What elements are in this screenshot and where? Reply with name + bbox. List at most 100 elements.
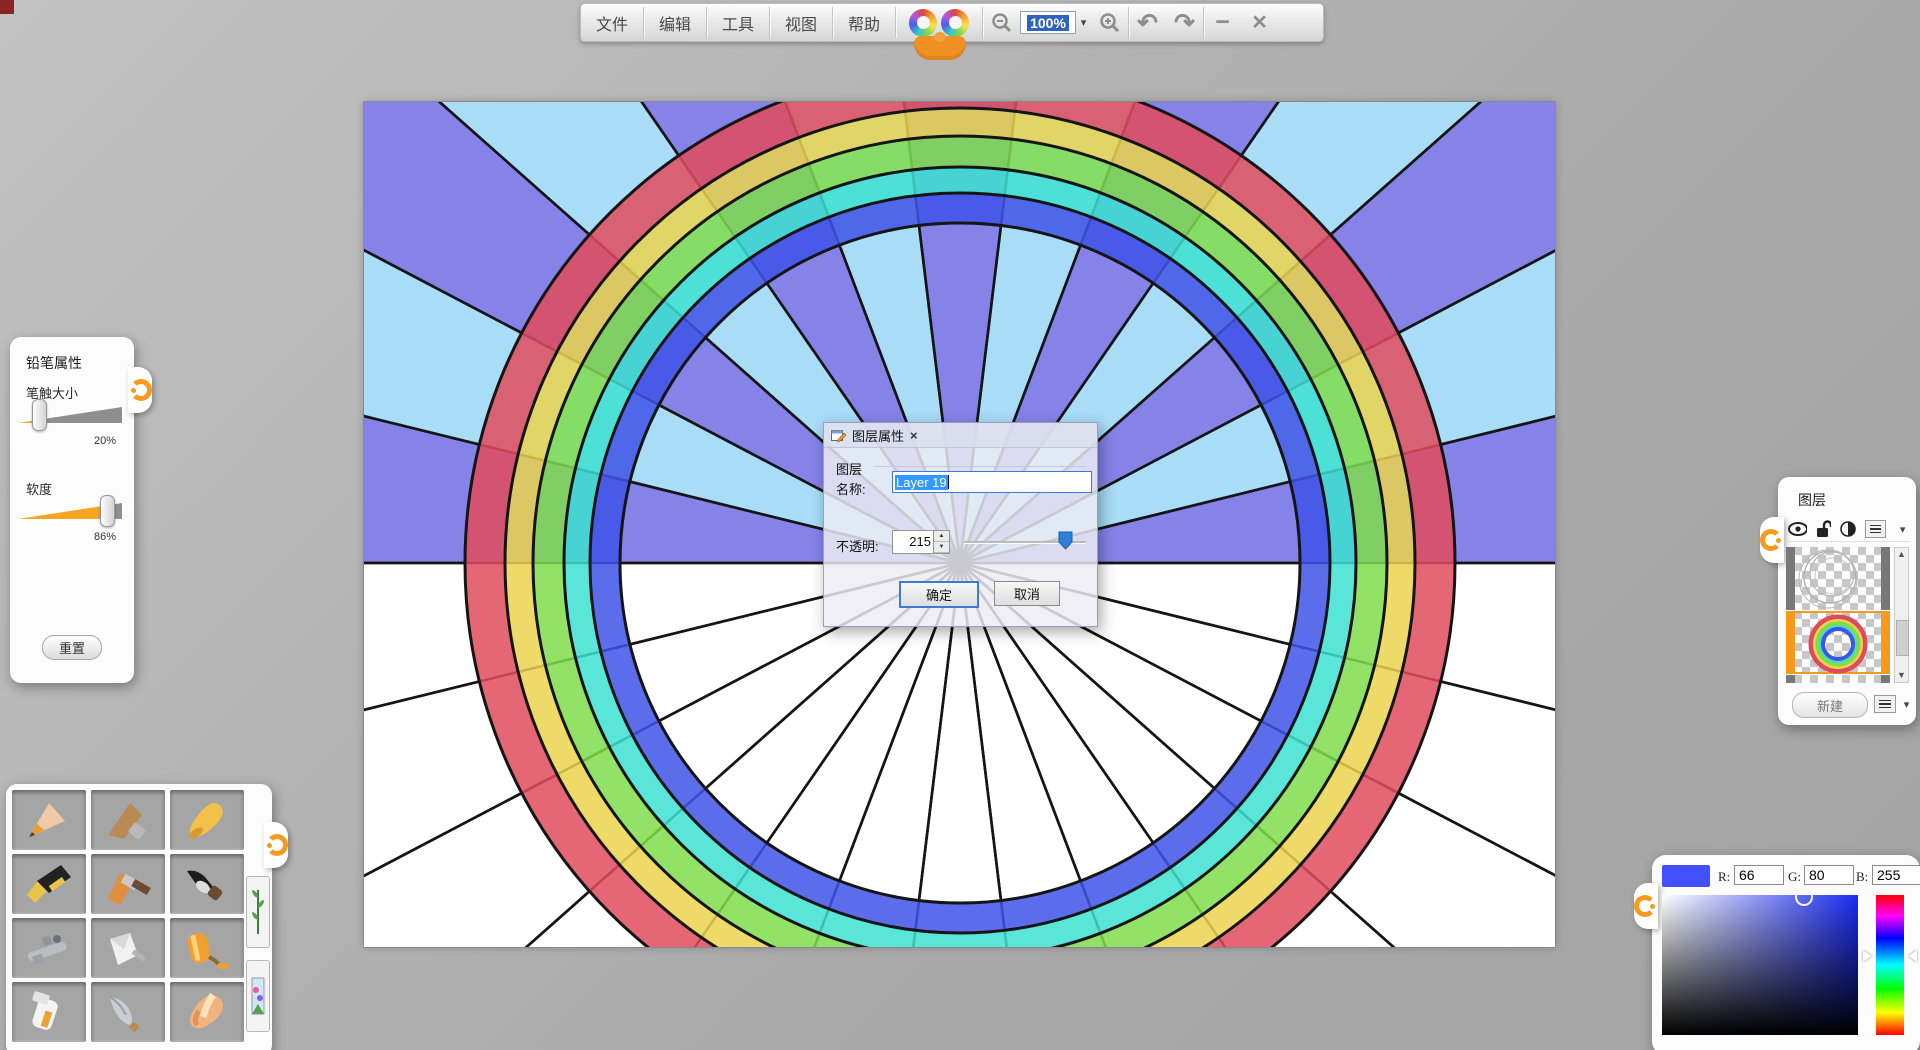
- hue-marker-right-icon[interactable]: [1908, 950, 1917, 962]
- app-root: 文件 编辑 工具 视图 帮助 100% ▾: [0, 0, 1920, 1050]
- close-button[interactable]: ×: [1241, 4, 1278, 41]
- tool-paint-roller[interactable]: [170, 918, 244, 978]
- opacity-slider-track[interactable]: [964, 541, 1086, 543]
- scroll-down-icon[interactable]: ▼: [1895, 669, 1908, 682]
- pencil-panel-title: 铅笔属性: [26, 353, 82, 373]
- layers-footer-caret[interactable]: ▾: [1899, 698, 1914, 711]
- redo-button[interactable]: ↷: [1166, 4, 1203, 41]
- lock-open-icon[interactable]: [1816, 520, 1831, 538]
- menu-view[interactable]: 视图: [770, 4, 832, 41]
- layers-footer-menu-icon[interactable]: [1874, 695, 1896, 713]
- blue-label: B:: [1856, 869, 1868, 885]
- opacity-spinbox[interactable]: 215 ▲ ▼: [892, 530, 950, 554]
- layer-name-input[interactable]: Layer 19: [892, 471, 1092, 493]
- tool-ink-brush[interactable]: [170, 854, 244, 914]
- layers-panel: 图层 ▾: [1778, 477, 1916, 725]
- layer-item-partial[interactable]: [1786, 675, 1890, 683]
- softness-slider[interactable]: [18, 497, 122, 527]
- softness-label: 软度: [26, 479, 52, 498]
- menu-file[interactable]: 文件: [581, 4, 643, 41]
- red-input[interactable]: [1734, 865, 1784, 885]
- tool-pencil[interactable]: [12, 790, 86, 850]
- panel-drag-handle[interactable]: [264, 822, 288, 868]
- dialog-titlebar[interactable]: 图层属性 ×: [824, 423, 1097, 448]
- plant-icon: [251, 886, 265, 938]
- zoom-value-field[interactable]: 100%: [1020, 11, 1076, 34]
- saturation-value-field[interactable]: [1662, 895, 1858, 1035]
- layer-item-sketch[interactable]: [1786, 547, 1890, 610]
- tool-airbrush[interactable]: [12, 918, 86, 978]
- palette-knife-icon: [100, 925, 156, 971]
- layer-thumb-bar: [1881, 675, 1890, 683]
- tool-crayon[interactable]: [170, 790, 244, 850]
- current-color-swatch: [1662, 865, 1710, 887]
- green-input[interactable]: [1804, 865, 1854, 885]
- layer-rainbow-preview: [1786, 611, 1890, 674]
- minimize-button[interactable]: −: [1204, 4, 1241, 41]
- hue-marker-left-icon[interactable]: [1863, 950, 1872, 962]
- tool-eraser[interactable]: [170, 982, 244, 1042]
- menu-edit[interactable]: 编辑: [644, 4, 706, 41]
- spin-up-icon[interactable]: ▲: [934, 531, 949, 542]
- zoom-dropdown-caret[interactable]: ▾: [1076, 16, 1091, 29]
- opacity-label: 不透明:: [836, 536, 879, 555]
- opacity-contrast-icon[interactable]: [1840, 521, 1856, 537]
- opacity-value: 215: [893, 531, 933, 553]
- hue-slider[interactable]: [1876, 895, 1904, 1035]
- tool-fountain-pen[interactable]: [12, 854, 86, 914]
- sv-picker-indicator[interactable]: [1795, 888, 1813, 906]
- mascot-handle-icon[interactable]: [914, 36, 966, 60]
- panel-drag-handle[interactable]: [1760, 517, 1784, 563]
- paint-tube-icon: [21, 989, 77, 1035]
- tool-paintbrush[interactable]: [91, 854, 165, 914]
- pencil-icon: [21, 797, 77, 843]
- app-logo: [896, 4, 982, 41]
- reset-button[interactable]: 重置: [42, 635, 102, 660]
- brush-size-value: 20%: [94, 435, 116, 447]
- zoom-out-button[interactable]: [983, 4, 1020, 41]
- blue-input[interactable]: [1872, 865, 1920, 885]
- ok-button[interactable]: 确定: [899, 581, 979, 608]
- texture-tab-picture[interactable]: [246, 960, 270, 1032]
- brush-size-slider[interactable]: [18, 401, 122, 431]
- dialog-close-icon[interactable]: ×: [910, 428, 918, 443]
- spin-down-icon[interactable]: ▼: [934, 542, 949, 553]
- text-cursor: [948, 475, 949, 489]
- new-layer-button[interactable]: 新建: [1792, 692, 1868, 718]
- ink-brush-icon: [179, 861, 235, 907]
- scroll-up-icon[interactable]: ▲: [1895, 548, 1908, 561]
- dialog-title: 图层属性: [852, 426, 904, 445]
- undo-button[interactable]: ↶: [1129, 4, 1166, 41]
- visibility-eye-icon[interactable]: [1788, 522, 1807, 536]
- layer-menu-button[interactable]: [1865, 520, 1887, 538]
- brush-size-slider-handle[interactable]: [32, 399, 47, 431]
- tool-palette-knife[interactable]: [91, 918, 165, 978]
- panel-drag-handle[interactable]: [1634, 883, 1658, 929]
- zoom-combobox[interactable]: 100% ▾: [1020, 4, 1091, 41]
- texture-tab-plant[interactable]: [246, 876, 270, 948]
- group-separator: [874, 466, 1086, 467]
- layer-name-selected-text: Layer 19: [895, 475, 948, 490]
- menu-help[interactable]: 帮助: [833, 4, 895, 41]
- green-label: G:: [1788, 869, 1801, 885]
- layer-item-rainbow-selected[interactable]: [1786, 611, 1890, 674]
- cancel-button[interactable]: 取消: [994, 581, 1060, 606]
- zoom-in-button[interactable]: [1091, 4, 1128, 41]
- color-picker-panel: R: G: B:: [1652, 855, 1920, 1050]
- softness-slider-handle[interactable]: [100, 495, 115, 527]
- layer-sketch-preview: [1786, 547, 1890, 610]
- layers-footer-menu[interactable]: ▾: [1874, 695, 1914, 713]
- tool-wood-pen[interactable]: [91, 790, 165, 850]
- magnifier-plus-icon: [1099, 12, 1121, 34]
- eraser-icon: [179, 989, 235, 1035]
- opacity-slider-handle[interactable]: [1058, 531, 1073, 550]
- panel-drag-handle[interactable]: [128, 367, 152, 413]
- layer-thumb-bar: [1786, 675, 1795, 683]
- menu-tools[interactable]: 工具: [707, 4, 769, 41]
- layer-menu-caret[interactable]: ▾: [1895, 523, 1910, 536]
- layers-scrollbar[interactable]: ▲ ▼: [1894, 547, 1909, 683]
- tool-grid: [12, 790, 244, 1042]
- scrollbar-thumb[interactable]: [1896, 620, 1909, 656]
- tool-paint-tube[interactable]: [12, 982, 86, 1042]
- tool-metal-quill[interactable]: [91, 982, 165, 1042]
